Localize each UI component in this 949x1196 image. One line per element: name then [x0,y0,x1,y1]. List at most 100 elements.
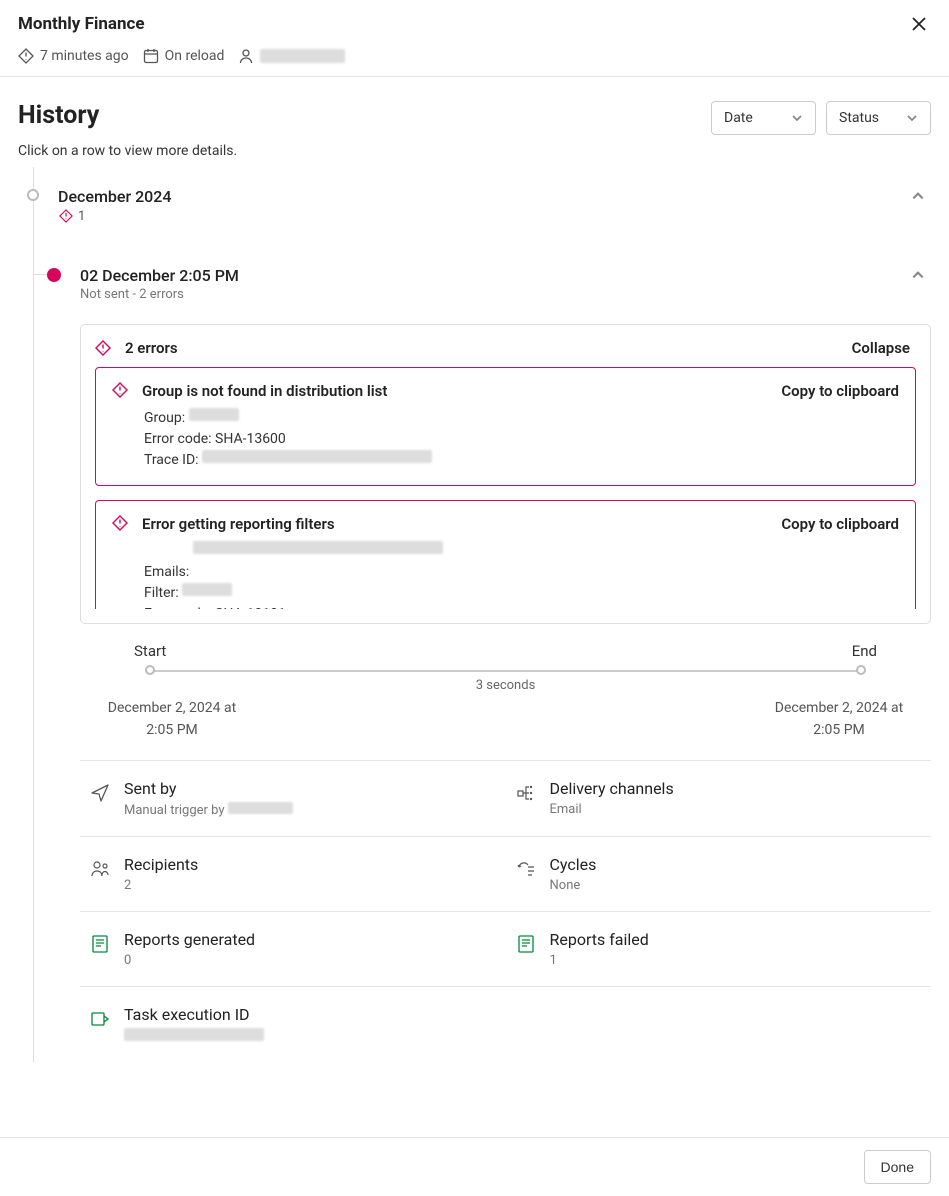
error-filter-label: Filter: [144,585,179,601]
diamond-alert-icon [95,340,111,356]
collapse-month-button[interactable] [905,187,931,205]
error-filter-value: ██████ [182,583,232,596]
timeline-node-icon [27,189,39,201]
sent-by-prefix: Manual trigger by [124,803,228,818]
last-run-time-text: 7 minutes ago [40,48,129,64]
cycles-value: None [550,878,597,893]
error-card: Group is not found in distribution list … [95,367,916,486]
modal-body[interactable]: History Date Status Click on a row to vi… [0,77,949,1137]
copy-to-clipboard-button[interactable]: Copy to clipboard [781,515,899,533]
error-panel-scroll[interactable]: 2 errors Collapse Grou [95,339,926,609]
error-trace-value: ████████████████████████████ [202,450,432,463]
history-entry: 02 December 2:05 PM Not sent - 2 errors [55,266,931,1062]
recipients-label: Recipients [124,855,198,874]
info-grid: Sent by Manual trigger by ████████ [80,760,931,1062]
range-end-label: End [852,642,877,660]
collapse-entry-button[interactable] [905,266,931,284]
cycles-label: Cycles [550,855,597,874]
done-button[interactable]: Done [864,1150,931,1184]
reload-schedule-text: On reload [165,48,225,64]
range-start-time: 2:05 PM [92,719,252,741]
error-code-value: SHA-10101 [215,606,286,609]
range-end-dot-icon [856,665,866,675]
history-modal: Monthly Finance 7 minutes ago On reload [0,0,949,1196]
month-label: December 2024 [58,187,171,206]
recipients-icon [90,859,110,879]
recipients-cell: Recipients 2 [90,855,496,893]
reports-generated-value: 0 [124,953,255,968]
diamond-alert-icon [112,515,128,531]
cycles-icon [516,859,536,879]
error-code-label: Error code: [144,606,212,609]
history-timeline: December 2024 1 02 Decem [33,187,931,1062]
error-trace-label: Trace ID: [144,452,199,468]
reports-failed-value: 1 [550,953,649,968]
reload-schedule: On reload [143,48,225,64]
user-icon [238,48,254,64]
range-end-time: 2:05 PM [759,719,919,741]
status-filter-label: Status [839,110,879,126]
month-group-header[interactable]: December 2024 1 [33,187,931,224]
report-failed-icon [516,934,536,954]
error-group-label: Group: [144,410,185,426]
chevron-up-icon [911,189,925,203]
calendar-icon [143,48,159,64]
range-start-label: Start [134,642,166,660]
error-title: Group is not found in distribution list [142,382,387,400]
diamond-alert-icon [18,48,34,64]
delivery-channels-cell: Delivery channels Email [516,779,922,818]
range-end-date: December 2, 2024 at [759,697,919,719]
send-icon [90,783,110,803]
modal-footer: Done [0,1137,949,1196]
date-filter-label: Date [724,110,753,126]
chevron-down-icon [791,112,803,124]
sent-by-label: Sent by [124,779,293,798]
error-group-value: ██████ [189,408,239,421]
page-title: Monthly Finance [18,14,145,34]
status-filter[interactable]: Status [826,101,931,135]
diamond-alert-icon [58,208,74,224]
close-button[interactable] [907,14,931,34]
error-panel: 2 errors Collapse Grou [80,324,931,624]
task-execution-id-value: ██████████████████ [124,1028,264,1041]
history-title: History [18,101,99,130]
sent-by-name: ████████ [228,802,293,814]
report-success-icon [90,934,110,954]
delivery-channels-value: Email [550,802,674,817]
owner: ██████████ [238,48,345,64]
close-icon [911,16,927,32]
last-run-time: 7 minutes ago [18,48,129,64]
task-id-icon [90,1009,110,1029]
execution-time-range: Start End 3 seconds December 2, 2024 at [80,642,931,742]
reports-generated-label: Reports generated [124,930,255,949]
reports-failed-cell: Reports failed 1 [516,930,922,968]
entry-subtitle: Not sent - 2 errors [80,287,239,302]
month-count: 1 [78,209,85,224]
date-filter[interactable]: Date [711,101,816,135]
diamond-alert-icon [112,382,128,398]
reports-failed-label: Reports failed [550,930,649,949]
error-emails-label: Emails: [144,564,189,580]
recipients-value: 2 [124,878,198,893]
range-start-date: December 2, 2024 at [92,697,252,719]
copy-to-clipboard-button[interactable]: Copy to clipboard [781,382,899,400]
owner-name: ██████████ [260,49,345,63]
chevron-up-icon [911,268,925,282]
range-start-dot-icon [145,665,155,675]
error-card: Error getting reporting filters Copy to … [95,500,916,609]
reports-generated-cell: Reports generated 0 [90,930,496,968]
entry-title: 02 December 2:05 PM [80,266,239,285]
error-code-value: SHA-13600 [215,431,286,447]
range-bar [150,670,861,672]
cycles-cell: Cycles None [516,855,922,893]
chevron-down-icon [906,112,918,124]
entry-header[interactable]: 02 December 2:05 PM Not sent - 2 errors [80,266,931,302]
task-execution-id-cell: Task execution ID ██████████████████ [90,1005,496,1044]
collapse-errors-button[interactable]: Collapse [852,339,910,357]
modal-header: Monthly Finance 7 minutes ago On reload [0,0,949,77]
task-execution-id-label: Task execution ID [124,1005,264,1024]
status-dot-error-icon [47,268,61,282]
delivery-channels-label: Delivery channels [550,779,674,798]
error-emails-value: ██████████████, ██████████████ [193,541,443,554]
error-title: Error getting reporting filters [142,515,335,533]
